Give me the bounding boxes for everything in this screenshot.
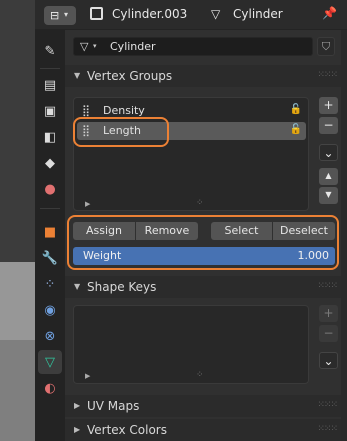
specials-menu-button[interactable]: ⌄ bbox=[319, 144, 338, 161]
object-name: Cylinder.003 bbox=[112, 7, 188, 21]
shape-keys-header[interactable]: ▼ Shape Keys ⁙⁙⁙ bbox=[65, 276, 341, 298]
mesh-data-icon: ▽ bbox=[45, 354, 55, 370]
resize-grip-icon[interactable]: ⁘ bbox=[196, 370, 204, 380]
vertex-colors-header[interactable]: ▶ Vertex Colors ⁙⁙⁙ bbox=[65, 419, 341, 441]
scene-icon: ◆ bbox=[45, 155, 55, 171]
tab-scene[interactable]: ◆ bbox=[38, 151, 62, 175]
scrollbar[interactable] bbox=[341, 30, 347, 441]
material-icon: ◐ bbox=[44, 380, 56, 396]
tab-render[interactable]: ▤ bbox=[38, 73, 62, 97]
editor-type-menu[interactable]: ⊟ ▾ bbox=[44, 6, 76, 25]
drag-grip-icon[interactable]: ⁙⁙⁙ bbox=[317, 70, 338, 80]
object-icon: ■ bbox=[43, 224, 57, 240]
constraints-icon: ⊗ bbox=[44, 328, 56, 344]
tab-material[interactable]: ◐ bbox=[38, 376, 62, 400]
view-layer-icon: ◧ bbox=[43, 129, 57, 145]
shape-key-menu-button[interactable]: ⌄ bbox=[319, 352, 338, 369]
shape-key-list: ▶ ⁘ bbox=[73, 305, 309, 384]
drag-grip-icon[interactable]: ⁙⁙⁙ bbox=[317, 424, 338, 434]
tab-divider bbox=[40, 208, 60, 209]
vertex-group-list: ⣿ Density 🔓 ⣿ Length 🔓 ▶ ⁘ bbox=[73, 97, 309, 211]
tab-data[interactable]: ▽ bbox=[38, 350, 62, 374]
uv-maps-title: UV Maps bbox=[87, 399, 140, 413]
viewport-object-shadow bbox=[0, 340, 35, 441]
uv-maps-header[interactable]: ▶ UV Maps ⁙⁙⁙ bbox=[65, 395, 341, 417]
vertex-colors-title: Vertex Colors bbox=[87, 423, 167, 437]
mesh-data-icon: ▽ bbox=[80, 40, 89, 53]
move-up-button[interactable]: ▲ bbox=[319, 168, 338, 185]
mesh-name: Cylinder bbox=[110, 40, 156, 53]
vertex-groups-title: Vertex Groups bbox=[87, 69, 173, 83]
3d-viewport-edge bbox=[0, 0, 35, 441]
filter-triangle-icon[interactable]: ▶ bbox=[85, 372, 90, 380]
tab-divider bbox=[40, 68, 60, 69]
tab-particles[interactable]: ⁘ bbox=[38, 272, 62, 296]
collapsed-triangle-icon: ▶ bbox=[74, 425, 81, 434]
lock-open-icon[interactable]: 🔓 bbox=[290, 124, 302, 135]
highlight-length-annotation bbox=[73, 117, 169, 147]
tab-modifiers[interactable]: 🔧 bbox=[38, 246, 62, 270]
remove-group-button[interactable]: − bbox=[319, 117, 338, 134]
vertex-groups-header[interactable]: ▼ Vertex Groups ⁙⁙⁙ bbox=[65, 65, 341, 87]
editor-type-icon: ⊟ bbox=[50, 9, 60, 22]
add-group-button[interactable]: + bbox=[319, 97, 338, 114]
tab-view-layer[interactable]: ◧ bbox=[38, 125, 62, 149]
physics-icon: ◉ bbox=[44, 302, 56, 318]
tab-physics[interactable]: ◉ bbox=[38, 298, 62, 322]
tab-output[interactable]: ▣ bbox=[38, 99, 62, 123]
chevron-down-icon: ▾ bbox=[93, 42, 97, 50]
filter-triangle-icon[interactable]: ▶ bbox=[85, 200, 90, 208]
vertex-group-name: Density bbox=[103, 104, 145, 117]
drag-grip-icon[interactable]: ⁙⁙⁙ bbox=[317, 400, 338, 410]
move-down-button[interactable]: ▼ bbox=[319, 187, 338, 204]
drag-grip-icon[interactable]: ⁙⁙⁙ bbox=[317, 281, 338, 291]
tool-icon: ✎ bbox=[44, 43, 56, 59]
tab-world[interactable]: ● bbox=[38, 177, 62, 201]
resize-grip-icon[interactable]: ⁘ bbox=[196, 198, 204, 208]
fake-user-shield-icon[interactable]: ⛉ bbox=[317, 37, 335, 56]
properties-tabs: ✎ ▤ ▣ ◧ ◆ ● ■ 🔧 ⁘ ◉ ⊗ ▽ ◐ bbox=[35, 30, 65, 441]
collapsed-triangle-icon: ▶ bbox=[74, 401, 81, 410]
properties-header: ⊟ ▾ Cylinder.003 ▽ Cylinder 📌 bbox=[35, 0, 347, 30]
shape-keys-title: Shape Keys bbox=[87, 280, 157, 294]
tab-constraints[interactable]: ⊗ bbox=[38, 324, 62, 348]
chevron-down-icon: ▾ bbox=[64, 10, 69, 19]
object-icon bbox=[90, 7, 103, 20]
tab-object[interactable]: ■ bbox=[38, 220, 62, 244]
mesh-datablock-field[interactable]: ▽ ▾ Cylinder bbox=[73, 37, 313, 56]
remove-shape-key-button[interactable]: − bbox=[319, 325, 338, 342]
highlight-actions-annotation bbox=[67, 215, 339, 270]
render-icon: ▤ bbox=[43, 77, 57, 93]
particles-icon: ⁘ bbox=[44, 276, 56, 292]
vertex-group-icon: ⣿ bbox=[82, 104, 91, 117]
add-shape-key-button[interactable]: + bbox=[319, 305, 338, 322]
world-icon: ● bbox=[44, 181, 56, 197]
expand-triangle-icon: ▼ bbox=[74, 282, 81, 291]
pin-icon[interactable]: 📌 bbox=[322, 6, 337, 20]
mesh-data-icon: ▽ bbox=[211, 7, 221, 21]
lock-open-icon[interactable]: 🔓 bbox=[290, 104, 302, 115]
tab-tool[interactable]: ✎ bbox=[38, 39, 62, 63]
data-name: Cylinder bbox=[233, 7, 283, 21]
wrench-icon: 🔧 bbox=[41, 250, 59, 266]
output-icon: ▣ bbox=[43, 103, 57, 119]
mesh-selector: ▽ ▾ Cylinder ⛉ bbox=[73, 37, 335, 57]
expand-triangle-icon: ▼ bbox=[74, 71, 81, 80]
